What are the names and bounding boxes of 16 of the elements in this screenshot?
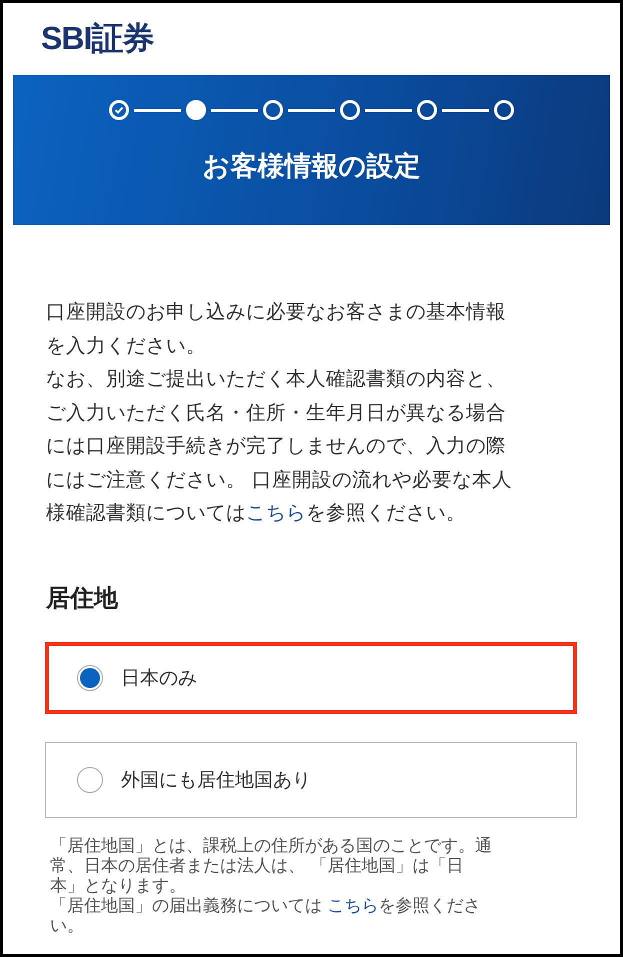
check-icon (114, 105, 124, 115)
radio-option[interactable]: 外国にも居住地国あり (45, 742, 577, 818)
option-label: 日本のみ (121, 666, 197, 690)
intro-paragraph: 口座開設のお申し込みに必要なお客さまの基本情報を入力ください。 (46, 299, 507, 358)
note-text: 「居住地国」の届出義務については こちら を参照ください。 (50, 896, 482, 936)
banner-title: お客様情報の設定 (202, 150, 420, 184)
link[interactable]: こちら (246, 501, 306, 524)
radio-button[interactable] (77, 766, 103, 792)
radio-option[interactable]: 日本のみ (45, 642, 577, 714)
radio-button[interactable] (77, 664, 103, 690)
section-title: 居住地 (46, 582, 118, 614)
intro-paragraph: なお、別途ご提出いただく本人確認書類の内容と、ご入力いただく氏名・住所・生年月日が異なる場合には口座開設手続きが完了しませんので、入力の際にはご注意ください。 口座開設の流れや必要な本人様確認書類については こちら を参照ください。 (46, 366, 514, 526)
option-label: 外国にも居住地国あり (121, 768, 311, 792)
link[interactable]: こちら (327, 896, 378, 916)
note-text: 「居住地国」とは、課税上の住所がある国のことです。通常、日本の居住者または法人は、 「居住地国」は「日本」となります。 (50, 836, 493, 896)
logo: SBI証券 (41, 19, 154, 58)
